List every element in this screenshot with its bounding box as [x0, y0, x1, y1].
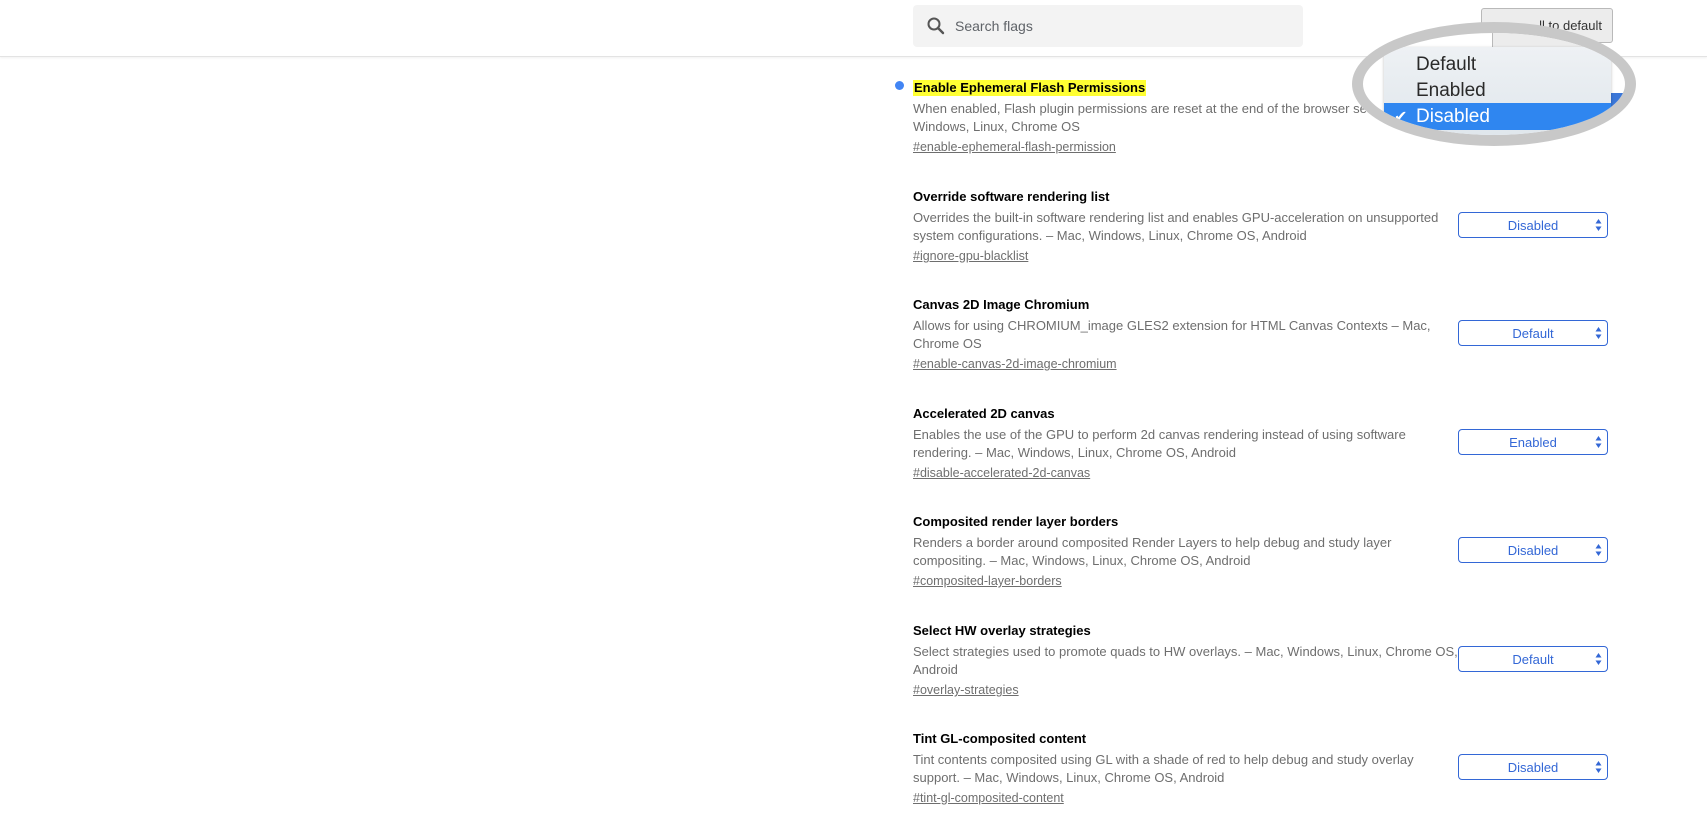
- flag-title: Override software rendering list: [913, 189, 1110, 204]
- modified-indicator-dot: [895, 81, 904, 90]
- dropdown-option-enabled[interactable]: Enabled: [1384, 77, 1611, 104]
- flag-description-line: Overrides the built-in software renderin…: [913, 210, 1439, 225]
- flag-description-line: Chrome OS: [913, 336, 982, 351]
- dropdown-menu: Default Enabled ✔ Disabled: [1384, 47, 1611, 135]
- flag-item: Tint GL-composited content Tint contents…: [913, 730, 1458, 807]
- flag-description-line: Android: [913, 662, 958, 677]
- search-box[interactable]: [913, 5, 1303, 47]
- select-value: Enabled: [1509, 434, 1557, 450]
- flag-description: Overrides the built-in software renderin…: [913, 209, 1458, 245]
- flag-select[interactable]: Disabled: [1458, 754, 1608, 780]
- flag-description: Allows for using CHROMIUM_image GLES2 ex…: [913, 317, 1458, 353]
- select-arrows-icon: [1595, 761, 1602, 773]
- flag-select[interactable]: Default: [1458, 646, 1608, 672]
- flag-title: Enable Ephemeral Flash Permissions: [913, 80, 1147, 96]
- select-value: Default: [1512, 325, 1554, 341]
- dropdown-option-label: Disabled: [1416, 105, 1490, 127]
- flag-anchor-link[interactable]: #tint-gl-composited-content: [913, 789, 1064, 807]
- flag-title: Select HW overlay strategies: [913, 623, 1091, 638]
- flag-description: Tint contents composited using GL with a…: [913, 751, 1458, 787]
- flag-anchor-link[interactable]: #enable-canvas-2d-image-chromium: [913, 355, 1117, 373]
- select-arrows-icon: [1595, 653, 1602, 665]
- flag-description-line: rendering. – Mac, Windows, Linux, Chrome…: [913, 445, 1236, 460]
- select-value: Disabled: [1507, 759, 1559, 775]
- flag-anchor-link[interactable]: #disable-accelerated-2d-canvas: [913, 464, 1090, 482]
- select-arrows-icon: [1595, 544, 1602, 556]
- flag-anchor-link[interactable]: #enable-ephemeral-flash-permission: [913, 138, 1116, 156]
- flag-anchor-link[interactable]: #ignore-gpu-blacklist: [913, 247, 1028, 265]
- select-arrows-icon: [1595, 327, 1602, 339]
- search-input[interactable]: [953, 17, 1277, 35]
- flag-description-line: Windows, Linux, Chrome OS: [913, 119, 1080, 134]
- flag-description: Renders a border around composited Rende…: [913, 534, 1458, 570]
- dropdown-option-label: Enabled: [1416, 79, 1486, 101]
- flag-description-line: Allows for using CHROMIUM_image GLES2 ex…: [913, 318, 1431, 333]
- flag-description-line: Tint contents composited using GL with a…: [913, 752, 1414, 767]
- select-arrows-icon: [1595, 436, 1602, 448]
- select-value: Disabled: [1507, 542, 1559, 558]
- flag-anchor-link[interactable]: #overlay-strategies: [913, 681, 1019, 699]
- flag-title: Canvas 2D Image Chromium: [913, 297, 1090, 312]
- select-value: Default: [1512, 651, 1554, 667]
- flag-description-line: Select strategies used to promote quads …: [913, 644, 1458, 659]
- flag-description: Select strategies used to promote quads …: [913, 643, 1458, 679]
- dropdown-option-label: Default: [1416, 53, 1477, 75]
- select-value: Disabled: [1507, 217, 1559, 233]
- flag-description-line: support. – Mac, Windows, Linux, Chrome O…: [913, 770, 1225, 785]
- flag-title: Composited render layer borders: [913, 514, 1119, 529]
- flag-description-line: compositing. – Mac, Windows, Linux, Chro…: [913, 553, 1251, 568]
- flag-select[interactable]: Default: [1458, 320, 1608, 346]
- flag-item: Composited render layer borders Renders …: [913, 513, 1458, 590]
- flag-title: Accelerated 2D canvas: [913, 406, 1055, 421]
- search-icon: [925, 15, 947, 37]
- select-arrows-icon: [1595, 219, 1602, 231]
- flag-item: Select HW overlay strategies Select stra…: [913, 622, 1458, 699]
- flag-description-line: Renders a border around composited Rende…: [913, 535, 1392, 550]
- flag-description-line: Enables the use of the GPU to perform 2d…: [913, 427, 1406, 442]
- flag-select[interactable]: Disabled: [1458, 212, 1608, 238]
- flag-description-line: system configurations. – Mac, Windows, L…: [913, 228, 1307, 243]
- flag-select[interactable]: Enabled: [1458, 429, 1608, 455]
- checkmark-icon: ✔: [1394, 108, 1408, 126]
- flag-title: Tint GL-composited content: [913, 731, 1087, 746]
- flag-item: Accelerated 2D canvas Enables the use of…: [913, 405, 1458, 482]
- magnifier-lens: Default Enabled ✔ Disabled: [1352, 22, 1636, 146]
- flag-anchor-link[interactable]: #composited-layer-borders: [913, 572, 1062, 590]
- dropdown-option-default[interactable]: Default: [1384, 51, 1611, 78]
- flag-item: Override software rendering list Overrid…: [913, 188, 1458, 265]
- flag-description: Enables the use of the GPU to perform 2d…: [913, 426, 1458, 462]
- flag-item: Canvas 2D Image Chromium Allows for usin…: [913, 296, 1458, 373]
- flag-select[interactable]: Disabled: [1458, 537, 1608, 563]
- dropdown-option-disabled[interactable]: ✔ Disabled: [1384, 103, 1611, 130]
